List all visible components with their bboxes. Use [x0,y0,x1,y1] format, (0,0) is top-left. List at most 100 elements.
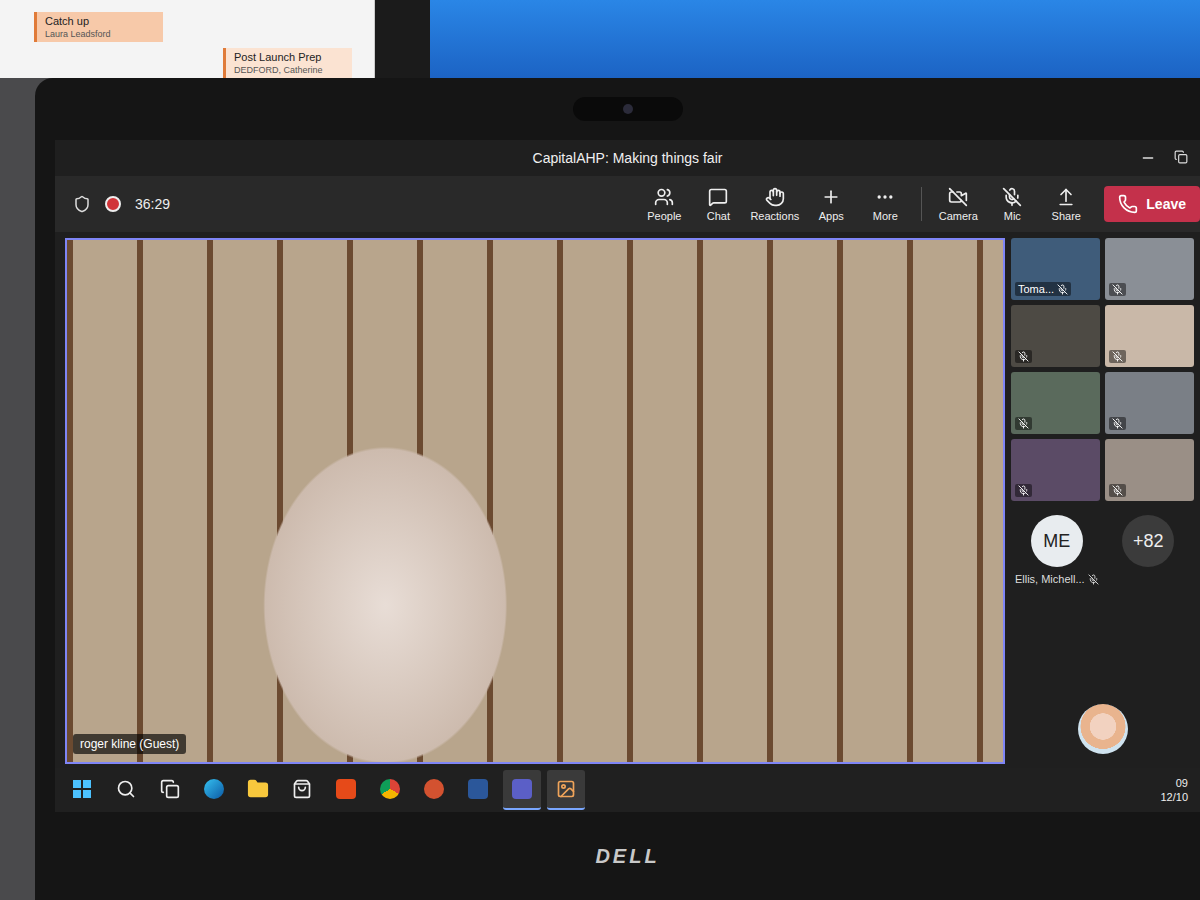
participant-tile[interactable] [1105,305,1194,367]
restore-icon[interactable] [1174,150,1188,164]
tile-footer [1109,417,1126,430]
tile-footer: Toma... [1015,282,1071,296]
chat-button[interactable]: Chat [692,183,744,226]
leave-button[interactable]: Leave [1104,186,1200,222]
calendar-event: Post Launch Prep DEDFORD, Catherine [223,48,352,78]
chrome-icon [380,779,400,799]
window-controls [722,150,1188,166]
taskbar-apps [63,770,585,810]
overflow-participants[interactable]: +82 [1107,515,1191,567]
participant-tile[interactable] [1011,305,1100,367]
taskview-taskbar-button[interactable] [151,770,189,810]
edge-taskbar-button[interactable] [195,770,233,810]
minimize-icon[interactable] [1140,150,1156,166]
calendar-event: Catch up Laura Leadsford [34,12,163,42]
teams-icon [512,779,532,799]
recording-icon [105,196,121,212]
camera-button[interactable]: Camera [932,183,984,226]
avatar-name: Ellis, Michell... [1015,573,1099,585]
toolbar-divider [921,187,922,221]
mic-button[interactable]: Mic [986,183,1038,226]
event-title: Catch up [45,15,155,27]
windows-logo-icon [73,780,91,798]
window-title: CapitalAHP: Making things fair [533,150,723,166]
more-button[interactable]: More [859,183,911,226]
phone-icon [1118,194,1138,214]
mic-off-icon [1018,485,1029,496]
mic-off-icon [1018,351,1029,362]
participant-avatar[interactable]: ME Ellis, Michell... [1015,515,1099,585]
tile-footer [1015,350,1032,363]
explorer-taskbar-button[interactable] [239,770,277,810]
webcam [573,97,683,121]
laptop: CapitalAHP: Making things fair 36:29 Peopl… [35,78,1200,900]
search-icon [116,779,136,799]
powerpoint-taskbar-button[interactable] [415,770,453,810]
speaker-video: roger kline (Guest) [65,238,1005,764]
event-title: Post Launch Prep [234,51,344,63]
teams-taskbar-button[interactable] [503,770,541,810]
edge-icon [204,779,224,799]
powerpoint-icon [424,779,444,799]
office-icon [336,779,356,799]
laptop-bezel: DELL [55,812,1200,900]
event-organizer: DEDFORD, Catherine [234,65,344,75]
mic-off-icon [1018,418,1029,429]
taskbar-clock[interactable]: 0912/10 [1160,777,1192,803]
speaker-name: roger kline (Guest) [73,734,186,754]
apps-button[interactable]: Apps [805,183,857,226]
participant-tile[interactable] [1011,439,1100,501]
tile-footer [1015,484,1032,497]
brand-logo: DELL [595,845,659,868]
word-taskbar-button[interactable] [459,770,497,810]
avatar-initials: ME [1031,515,1083,567]
camera-off-icon [948,187,968,207]
background-monitor [430,0,1200,78]
search-taskbar-button[interactable] [107,770,145,810]
toolbar-actions: PeopleChatReactionsAppsMore CameraMicShar… [638,183,1200,226]
participants-panel: Toma... ME Ellis, Michell... +82 [1011,238,1194,764]
tile-footer [1109,350,1126,363]
participant-tile[interactable] [1011,372,1100,434]
overflow-count: +82 [1122,515,1174,567]
meeting-stage: roger kline (Guest) Toma... ME Ellis, Miche… [55,232,1200,768]
share-button[interactable]: Share [1040,183,1092,226]
apps-icon [821,187,841,207]
monitor-bezel [375,0,430,78]
start-taskbar-button[interactable] [63,770,101,810]
mic-off-icon [1112,284,1123,295]
chrome-taskbar-button[interactable] [371,770,409,810]
mic-off-icon [1112,351,1123,362]
participant-tile[interactable] [1105,372,1194,434]
mic-off-icon [1002,187,1022,207]
photos-taskbar-button[interactable] [547,770,585,810]
participant-grid: Toma... [1011,238,1194,501]
background-monitors: Catch up Laura Leadsford Post Launch Prep D… [0,0,1200,78]
event-organizer: Laura Leadsford [45,29,155,39]
word-icon [468,779,488,799]
store-taskbar-button[interactable] [283,770,321,810]
share-icon [1056,187,1076,207]
store-icon [292,779,312,799]
reactions-icon [765,187,785,207]
meeting-timer: 36:29 [135,196,170,212]
mic-off-icon [1088,574,1099,585]
tile-footer [1109,484,1126,497]
people-button[interactable]: People [638,183,690,226]
self-view [1078,704,1128,754]
meeting-status: 36:29 [73,195,170,213]
office-taskbar-button[interactable] [327,770,365,810]
screen: CapitalAHP: Making things fair 36:29 Peopl… [55,140,1200,812]
avatar-row: ME Ellis, Michell... +82 [1011,507,1194,593]
meeting-toolbar: 36:29 PeopleChatReactionsAppsMore CameraMi… [55,176,1200,232]
participant-tile[interactable] [1105,439,1194,501]
background-calendar: Catch up Laura Leadsford Post Launch Prep D… [0,0,375,78]
tile-footer [1109,283,1126,296]
photo-scene: Catch up Laura Leadsford Post Launch Prep D… [0,0,1200,900]
lens-icon [623,104,633,114]
reactions-button[interactable]: Reactions [746,183,803,226]
mic-off-icon [1112,485,1123,496]
title-bar: CapitalAHP: Making things fair [55,140,1200,176]
participant-tile[interactable] [1105,238,1194,300]
participant-tile[interactable]: Toma... [1011,238,1100,300]
